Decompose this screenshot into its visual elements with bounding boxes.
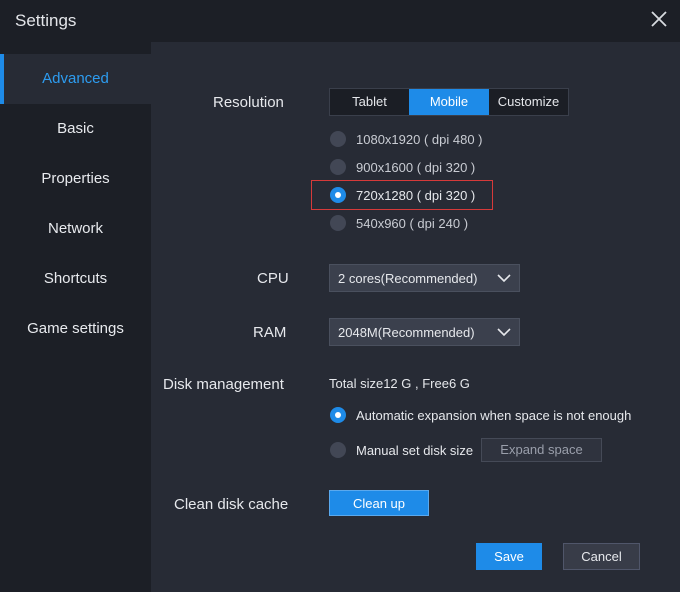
- radio-label: Manual set disk size: [356, 442, 474, 458]
- resolution-option-900x1600[interactable]: 900x1600 ( dpi 320 ): [330, 157, 475, 177]
- radio-label: 720x1280 ( dpi 320 ): [356, 187, 476, 203]
- resolution-option-720x1280[interactable]: 720x1280 ( dpi 320 ): [330, 185, 475, 205]
- radio-button[interactable]: [330, 131, 346, 147]
- tab-customize[interactable]: Customize: [489, 89, 568, 115]
- chevron-down-icon: [497, 328, 511, 337]
- sidebar-item-network[interactable]: Network: [0, 204, 151, 254]
- sidebar-item-advanced[interactable]: Advanced: [0, 54, 151, 104]
- resolution-label: Resolution: [213, 94, 284, 111]
- radio-button-selected[interactable]: [330, 187, 346, 203]
- clean-disk-cache-label: Clean disk cache: [174, 496, 289, 513]
- ram-select[interactable]: 2048M(Recommended): [329, 318, 520, 346]
- settings-sidebar: Advanced Basic Properties Network Shortc…: [0, 54, 151, 592]
- resolution-option-540x960[interactable]: 540x960 ( dpi 240 ): [330, 213, 468, 233]
- cancel-button[interactable]: Cancel: [563, 543, 640, 570]
- cpu-select-value: 2 cores(Recommended): [338, 271, 478, 286]
- close-icon[interactable]: [650, 10, 668, 28]
- clean-up-button[interactable]: Clean up: [329, 490, 429, 516]
- cpu-select[interactable]: 2 cores(Recommended): [329, 264, 520, 292]
- radio-label: 900x1600 ( dpi 320 ): [356, 159, 476, 175]
- sidebar-item-shortcuts[interactable]: Shortcuts: [0, 254, 151, 304]
- ram-label: RAM: [253, 324, 287, 341]
- disk-manual-size-option[interactable]: Manual set disk size: [330, 440, 473, 460]
- radio-button[interactable]: [330, 442, 346, 458]
- ram-select-value: 2048M(Recommended): [338, 325, 475, 340]
- sidebar-item-game-settings[interactable]: Game settings: [0, 304, 151, 354]
- tab-tablet[interactable]: Tablet: [330, 89, 409, 115]
- radio-button[interactable]: [330, 215, 346, 231]
- resolution-mode-tabs: Tablet Mobile Customize: [329, 88, 569, 116]
- disk-size-summary: Total size12 G , Free6 G: [329, 376, 470, 391]
- tab-mobile[interactable]: Mobile: [409, 89, 489, 115]
- expand-space-button[interactable]: Expand space: [481, 438, 602, 462]
- radio-button[interactable]: [330, 159, 346, 175]
- cpu-label: CPU: [257, 270, 289, 287]
- sidebar-item-basic[interactable]: Basic: [0, 104, 151, 154]
- save-button[interactable]: Save: [476, 543, 542, 570]
- window-title: Settings: [15, 11, 77, 30]
- title-bar: Settings: [0, 0, 680, 42]
- radio-label: 1080x1920 ( dpi 480 ): [356, 131, 483, 147]
- chevron-down-icon: [497, 274, 511, 283]
- radio-button-selected[interactable]: [330, 407, 346, 423]
- disk-auto-expansion-option[interactable]: Automatic expansion when space is not en…: [330, 405, 631, 425]
- radio-label: Automatic expansion when space is not en…: [356, 407, 632, 423]
- resolution-option-1080x1920[interactable]: 1080x1920 ( dpi 480 ): [330, 129, 482, 149]
- advanced-settings-panel: Resolution Tablet Mobile Customize 1080x…: [151, 42, 680, 592]
- radio-label: 540x960 ( dpi 240 ): [356, 215, 469, 231]
- sidebar-item-properties[interactable]: Properties: [0, 154, 151, 204]
- disk-management-label: Disk management: [163, 376, 284, 393]
